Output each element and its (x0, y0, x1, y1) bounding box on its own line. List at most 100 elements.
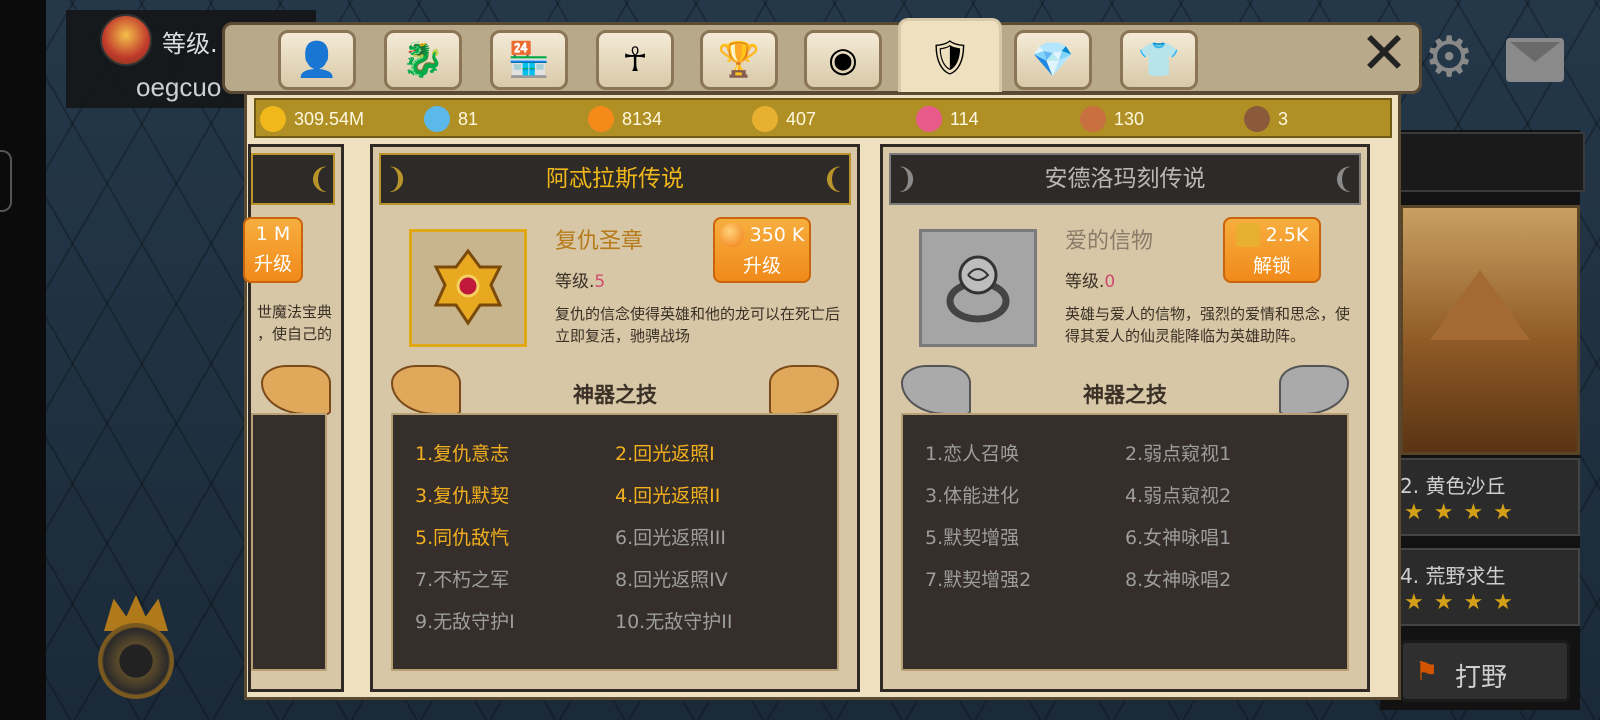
wild-hunt-label: 打野 (1455, 663, 1508, 693)
upgrade-cost: 350 K (749, 224, 805, 246)
currency-item: 114 (916, 106, 979, 132)
skill-item[interactable]: 6.女神咏唱1 (1125, 523, 1231, 550)
currency-value: 114 (950, 108, 979, 129)
upgrade-button[interactable]: 1 M 升级 (243, 217, 303, 283)
skill-item[interactable]: 3.体能进化 (925, 481, 1019, 508)
cross-medal-icon (433, 248, 503, 326)
skill-item[interactable]: 5.同仇敌忾 (415, 523, 509, 550)
title-ornament: ❨ (307, 162, 331, 195)
tab-dragon-head[interactable]: 🐉 (384, 30, 462, 90)
avatar[interactable] (100, 14, 152, 66)
currency-value: 407 (786, 108, 817, 129)
skill-item[interactable]: 4.弱点窥视2 (1125, 481, 1231, 508)
emblem-portal-icon (98, 623, 174, 699)
stage-name: 4. 荒野求生 (1400, 564, 1506, 588)
puzzle-pink-icon (916, 106, 942, 132)
currency-value: 3 (1278, 108, 1289, 129)
currency-item: 309.54M (260, 106, 364, 132)
skill-item[interactable]: 1.恋人召唤 (925, 439, 1019, 466)
tab-shop[interactable]: 🏪 (490, 30, 568, 90)
tab-gem[interactable]: 💎 (1014, 30, 1092, 90)
gold-coin-icon (260, 106, 286, 132)
artifact-card-andromache: ❩ 安德洛玛刻传说 ❨ 爱的信物 等级.0 2.5K 解锁 英雄与爱人的信物，强… (880, 144, 1370, 692)
artifact-level: 等级.0 (1065, 267, 1115, 292)
level-value: 0 (1104, 272, 1116, 292)
flag-icon: ⚑ (1415, 657, 1439, 687)
unlock-cost: 2.5K (1265, 224, 1309, 246)
skill-item[interactable]: 9.无敌守护I (415, 607, 515, 634)
skill-item[interactable]: 10.无敌守护II (615, 607, 732, 634)
wing-ornament-icon (261, 365, 331, 415)
skills-box (251, 413, 327, 671)
artifact-card-atlas: ❩ 阿忒拉斯传说 ❨ 复仇圣章 等级.5 350 K 升级 复仇的信念使得英雄和… (370, 144, 860, 692)
card-title: ❩ 阿忒拉斯传说 ❨ (379, 153, 851, 205)
card-title-text: 阿忒拉斯传说 (546, 166, 684, 192)
skills-heading: 神器之技 (1083, 383, 1167, 407)
tab-shirt[interactable]: 👕 (1120, 30, 1198, 90)
currency-value: 309.54M (294, 108, 365, 129)
artifact-level: 等级.5 (555, 267, 605, 292)
title-ornament: ❨ (821, 162, 845, 195)
skill-item[interactable]: 3.复仇默契 (415, 481, 509, 508)
mail-icon[interactable] (1506, 38, 1564, 82)
gem-icon: 💎 (1031, 40, 1075, 80)
card-description: ，使自己的 (257, 325, 333, 343)
artifact-description: 英雄与爱人的信物，强烈的爱情和思念，使得其爱人的仙灵能降临为英雄助阵。 (1065, 305, 1351, 345)
card-title: ❩ 安德洛玛刻传说 ❨ (889, 153, 1361, 205)
stage-card-yellow-dunes[interactable]: 2. 黄色沙丘 ★★★★ (1380, 458, 1580, 536)
skill-item[interactable]: 4.回光返照II (615, 481, 720, 508)
blue-orb-icon: ◉ (828, 40, 858, 80)
upgrade-label: 升级 (253, 253, 292, 275)
tab-ankh[interactable]: ☥ (596, 30, 674, 90)
close-icon[interactable]: ✕ (1358, 24, 1410, 82)
skill-item[interactable]: 7.不朽之军 (415, 565, 509, 592)
gear-icon[interactable]: ⚙ (1424, 30, 1474, 86)
currency-item: 3 (1244, 106, 1288, 132)
artifact-item-frame[interactable] (409, 229, 527, 347)
stage-panel-header (1380, 132, 1585, 192)
currency-item: 81 (424, 106, 478, 132)
upgrade-button[interactable]: 350 K 升级 (713, 217, 811, 283)
wild-hunt-button[interactable]: ⚑ 打野 (1400, 640, 1570, 702)
artifact-name: 爱的信物 (1065, 229, 1154, 254)
currency-item: 130 (1080, 106, 1144, 132)
skills-box: 1.复仇意志 2.回光返照I 3.复仇默契 4.回光返照II 5.同仇敌忾 6.回光返照I… (391, 413, 839, 671)
tab-trophy[interactable]: 🏆 (700, 30, 778, 90)
unlock-button[interactable]: 2.5K 解锁 (1223, 217, 1321, 283)
skill-item[interactable]: 5.默契增强 (925, 523, 1019, 550)
tab-blue-orb[interactable]: ◉ (804, 30, 882, 90)
skill-item[interactable]: 7.默契增强2 (925, 565, 1031, 592)
artifact-name: 复仇圣章 (555, 229, 644, 254)
left-edge-notch (0, 150, 12, 212)
level-label: 等级. (1065, 272, 1105, 292)
upgrade-cost: 1 M (255, 223, 291, 245)
trophy-icon: 🏆 (717, 40, 761, 80)
guild-emblem[interactable] (92, 595, 180, 705)
skill-item[interactable]: 8.回光返照IV (615, 565, 728, 592)
skill-item[interactable]: 2.回光返照I (615, 439, 715, 466)
stage-name: 2. 黄色沙丘 (1400, 474, 1506, 498)
player-name: oegcuo (136, 72, 222, 102)
diamond-icon (424, 106, 450, 132)
card-title: ❨ (251, 153, 335, 205)
title-ornament: ❩ (385, 162, 409, 195)
tab-person[interactable]: 👤 (278, 30, 356, 90)
ankh-icon: ☥ (622, 40, 648, 80)
artifact-card-partial: ❨ 1 M 升级 世魔法宝典 ，使自己的 (243, 144, 344, 692)
stage-card-wilderness[interactable]: 4. 荒野求生 ★★★★ (1380, 548, 1580, 626)
shop-icon: 🏪 (507, 40, 551, 80)
skill-item[interactable]: 6.回光返照III (615, 523, 726, 550)
level-label: 等级. (555, 272, 595, 292)
orange-orb-icon (588, 106, 614, 132)
skill-item[interactable]: 2.弱点窥视1 (1125, 439, 1231, 466)
skills-heading: 神器之技 (573, 383, 657, 407)
skill-item[interactable]: 8.女神咏唱2 (1125, 565, 1231, 592)
artifact-description: 复仇的信念使得英雄和他的龙可以在死亡后立即复活，驰骋战场 (555, 305, 841, 345)
dragon-head-icon: 🐉 (401, 40, 445, 80)
rose-ring-icon (946, 255, 1010, 323)
currency-value: 130 (1114, 108, 1145, 129)
shirt-icon: 👕 (1137, 40, 1181, 80)
skill-item[interactable]: 1.复仇意志 (415, 439, 509, 466)
tab-artifact[interactable]: 🛡 (898, 18, 1002, 94)
artifact-item-frame[interactable] (919, 229, 1037, 347)
